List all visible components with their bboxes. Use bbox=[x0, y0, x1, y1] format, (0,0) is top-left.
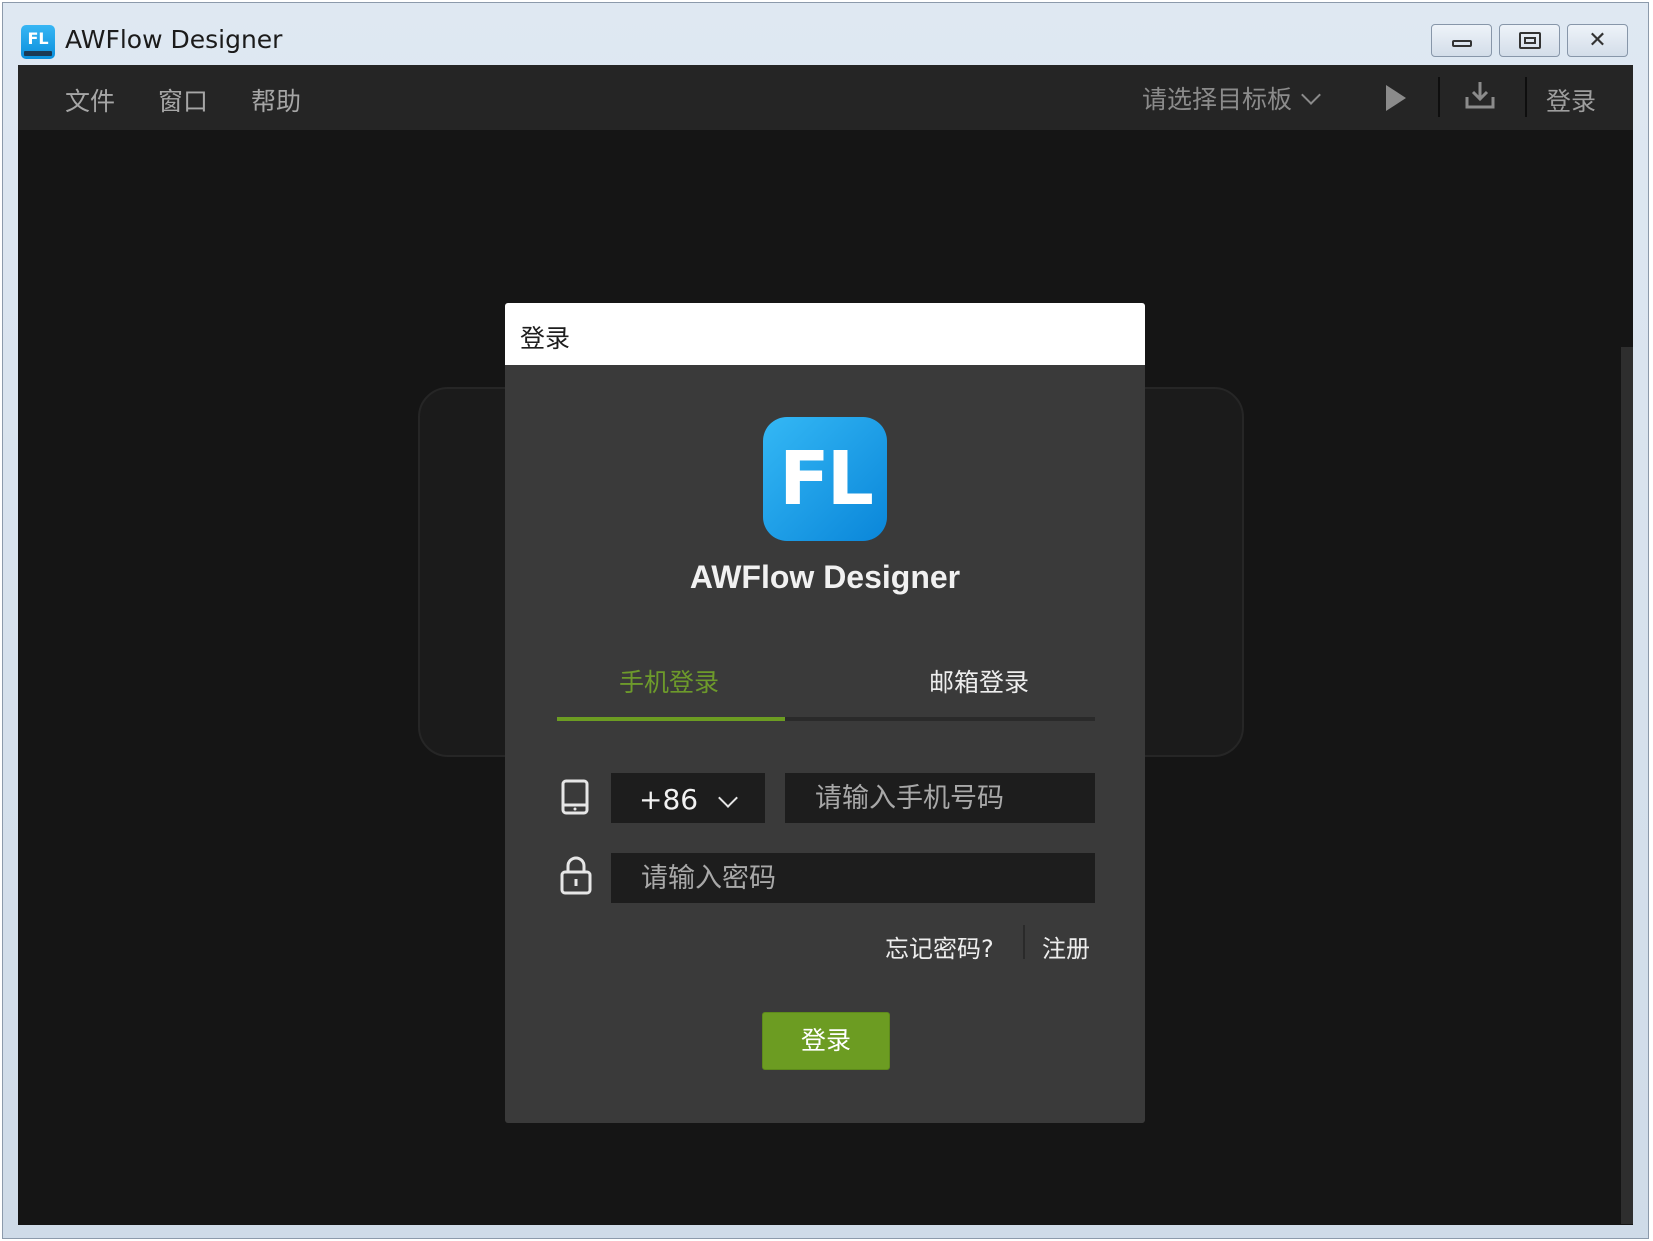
maximize-icon bbox=[1518, 32, 1541, 49]
toolbar-divider bbox=[1438, 77, 1440, 117]
menu-login-button[interactable]: 登录 bbox=[1546, 82, 1596, 118]
target-board-select[interactable]: 请选择目标板 bbox=[1142, 80, 1321, 116]
chevron-down-icon bbox=[718, 788, 738, 808]
app-logo-text: FL bbox=[779, 436, 874, 522]
window-title: AWFlow Designer bbox=[65, 25, 283, 54]
phone-number-input[interactable] bbox=[785, 773, 1095, 823]
maximize-button[interactable] bbox=[1499, 24, 1560, 57]
dialog-title: 登录 bbox=[520, 324, 571, 353]
close-button[interactable]: ✕ bbox=[1567, 24, 1628, 57]
register-link[interactable]: 注册 bbox=[1042, 929, 1090, 964]
link-divider bbox=[1023, 925, 1025, 959]
app-window: FL AWFlow Designer ✕ 文件 窗口 帮助 请选择目标板 登录 … bbox=[2, 2, 1649, 1239]
app-icon-strip bbox=[24, 51, 52, 56]
title-bar[interactable]: FL AWFlow Designer ✕ bbox=[3, 3, 1648, 65]
login-dialog: 登录 FL AWFlow Designer 手机登录 邮箱登录 +86 忘记密码… bbox=[505, 303, 1145, 1123]
toolbar-divider bbox=[1525, 77, 1527, 117]
app-icon: FL bbox=[21, 25, 55, 59]
menu-file[interactable]: 文件 bbox=[65, 82, 115, 118]
country-code-value: +86 bbox=[639, 783, 699, 816]
tab-email-login[interactable]: 邮箱登录 bbox=[929, 663, 1029, 699]
tab-phone-login[interactable]: 手机登录 bbox=[619, 663, 719, 699]
minimize-icon bbox=[1451, 40, 1472, 47]
login-button[interactable]: 登录 bbox=[762, 1012, 890, 1070]
app-logo: FL bbox=[763, 417, 887, 541]
app-icon-label: FL bbox=[27, 29, 49, 48]
scrollbar-thumb[interactable] bbox=[1621, 347, 1633, 1224]
password-input[interactable] bbox=[611, 853, 1095, 903]
menu-bar: 文件 窗口 帮助 请选择目标板 登录 bbox=[18, 65, 1633, 130]
menu-window[interactable]: 窗口 bbox=[158, 82, 208, 118]
lock-icon bbox=[560, 856, 592, 895]
phone-icon bbox=[561, 779, 589, 815]
country-code-select[interactable]: +86 bbox=[611, 773, 765, 823]
close-icon: ✕ bbox=[1588, 27, 1607, 53]
forgot-password-link[interactable]: 忘记密码? bbox=[885, 929, 994, 964]
dialog-header: 登录 bbox=[505, 303, 1145, 365]
minimize-button[interactable] bbox=[1431, 24, 1492, 57]
target-board-label: 请选择目标板 bbox=[1142, 85, 1293, 114]
tab-active-indicator bbox=[557, 717, 785, 721]
menu-help[interactable]: 帮助 bbox=[251, 82, 301, 118]
app-name: AWFlow Designer bbox=[689, 559, 961, 595]
chevron-down-icon bbox=[1301, 85, 1321, 105]
play-icon[interactable] bbox=[1386, 85, 1406, 111]
download-icon[interactable] bbox=[1464, 80, 1496, 110]
